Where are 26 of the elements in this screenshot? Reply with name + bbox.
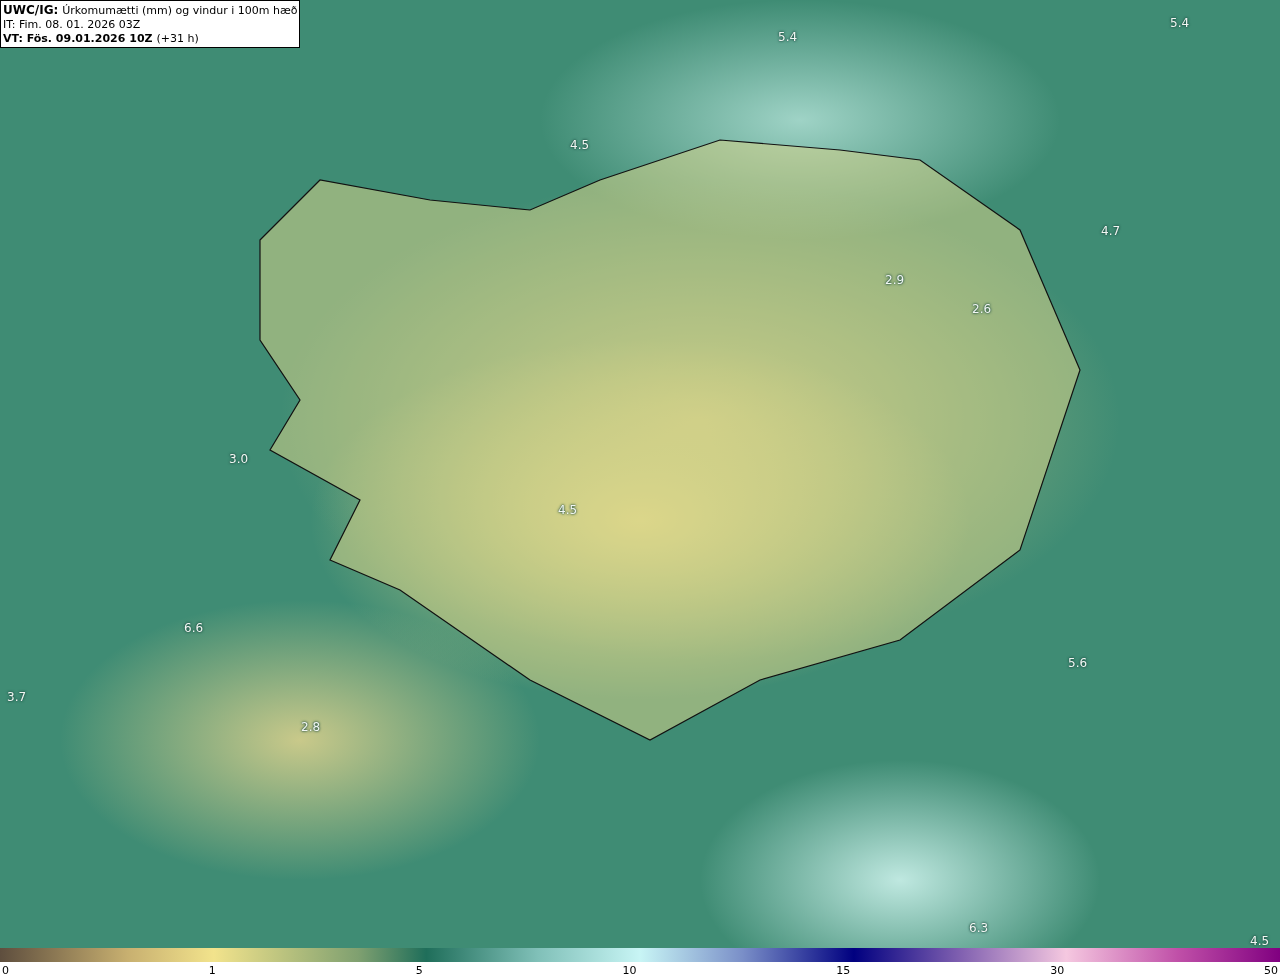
initial-time: IT: Fim. 08. 01. 2026 03Z <box>3 18 141 31</box>
lead-time: (+31 h) <box>156 32 199 45</box>
map-title: Úrkomumætti (mm) og vindur i 100m hæð <box>62 4 298 17</box>
map-value-label: 4.5 <box>570 138 590 152</box>
map-value-label: 3.7 <box>7 690 27 704</box>
map-value-label: 2.6 <box>972 302 992 316</box>
colorbar-tick-label: 10 <box>622 963 637 977</box>
map-value-label: 3.0 <box>229 452 249 466</box>
map-value-label: 6.3 <box>969 921 989 935</box>
colorbar-tick-label: 15 <box>836 963 851 977</box>
map-value-label: 4.5 <box>1250 934 1270 948</box>
map-value-label: 2.8 <box>301 720 321 734</box>
valid-time: VT: Fös. 09.01.2026 10Z <box>3 32 153 45</box>
map-value-label: 2.9 <box>885 273 905 287</box>
colorbar-tick-label: 5 <box>415 963 423 977</box>
map-value-label: 4.5 <box>558 503 578 517</box>
product-code: UWC/IG: <box>3 4 59 17</box>
map-value-label: 6.6 <box>184 621 204 635</box>
colorbar-tick-label: 1 <box>208 963 216 977</box>
map-value-label: 4.7 <box>1101 224 1121 238</box>
map-value-label: 5.6 <box>1068 656 1088 670</box>
map-value-label: 5.4 <box>1170 16 1190 30</box>
colorbar-tick-label: 30 <box>1050 963 1065 977</box>
map-value-label: 5.4 <box>778 30 798 44</box>
colorbar-tick-label: 50 <box>1263 963 1278 977</box>
colorbar-tick-label: 0 <box>2 963 9 977</box>
